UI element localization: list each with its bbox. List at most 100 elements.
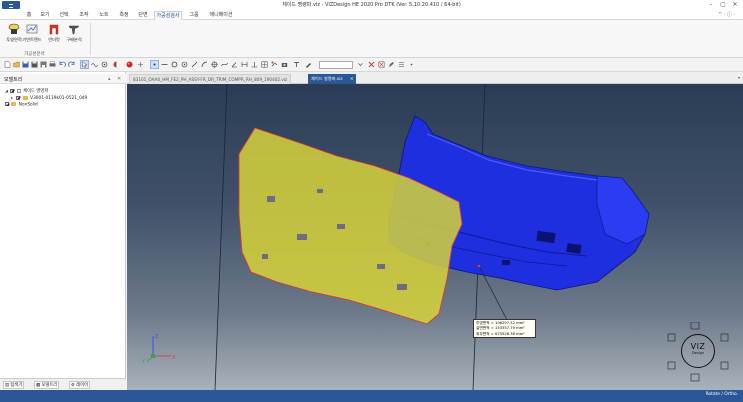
3d-viewport[interactable]: Z X Y 투영면적 = 196297.52 mm² 실면면적 = 153357… (127, 84, 743, 390)
window-title: 체이드 명령파.viz - VIZDesign HE 2020 Pro DTK … (282, 2, 461, 8)
diagonal-tool-icon[interactable] (191, 61, 198, 68)
projected-area-button[interactable]: 투영면적 (4, 23, 24, 49)
draft-analysis-label: 구배분석 (66, 37, 82, 42)
model-tree-header: 모델트리 ▴ ✕ (0, 74, 126, 84)
camera-icon[interactable] (281, 61, 288, 68)
tab-view[interactable]: 보기 (38, 11, 52, 20)
projected-area-icon (8, 23, 20, 34)
shade-mode-icon[interactable] (113, 61, 120, 68)
clear-all-icon[interactable] (378, 61, 385, 68)
redo-icon[interactable] (68, 61, 75, 68)
tree-item-label: V3001-0119k01-0521_049 (30, 96, 88, 101)
tree-item-nonsolid[interactable]: NonSolid (5, 102, 38, 108)
panel-pin-icon[interactable]: ▴ (108, 76, 111, 82)
minimize-button[interactable]: – (706, 1, 716, 9)
tree-checkbox[interactable] (5, 102, 9, 106)
ribbon-panel: 투영면적 기반트렌드 언더컷 구배분석 가공성분석 (0, 20, 743, 58)
render-mode-icon[interactable] (126, 61, 133, 68)
center-circle-icon[interactable] (181, 61, 188, 68)
draft-analysis-button[interactable]: 구배분석 (64, 23, 84, 49)
tab-close-icon[interactable]: ✕ (350, 76, 354, 81)
spline-icon[interactable] (221, 61, 228, 68)
viz-logo-subtext: Design (691, 351, 705, 355)
tab-model-tree-label: 모델트리 (41, 383, 58, 388)
undercut-button[interactable]: 언더컷 (44, 23, 64, 49)
base-trend-icon (26, 24, 38, 34)
text-tool-icon[interactable] (293, 61, 300, 68)
new-file-icon[interactable] (4, 61, 11, 68)
tree-checkbox[interactable] (10, 88, 15, 93)
delete-measure-icon[interactable] (368, 61, 375, 68)
folder-icon (11, 102, 17, 106)
tree-expand-icon[interactable]: ◢ (5, 88, 9, 93)
tree-expand-icon[interactable]: ▸ (11, 95, 15, 100)
tab-model-tree[interactable]: ▦ 모델트리 (34, 381, 60, 389)
draft-analysis-icon (68, 25, 80, 35)
axis-triad: Z X Y (141, 334, 176, 365)
tab-select[interactable]: 선택 (56, 11, 72, 20)
tab-explorer-label: 탐색기 (10, 383, 23, 388)
grid-view-icon[interactable] (261, 61, 268, 68)
section-plane-line (214, 84, 228, 390)
angle-icon[interactable] (231, 61, 238, 68)
document-tab-inactive[interactable]: 83101_OAA0_HM_FE2_PH_ASSY-FR_DR_TRIM_COM… (129, 74, 292, 84)
status-text: Rotate / Ortho. (705, 392, 738, 397)
annotation-icon[interactable] (271, 61, 278, 68)
document-tab-active[interactable]: 체이드 영명파.viz ✕ (308, 74, 357, 84)
save-as-icon[interactable] (31, 61, 38, 68)
tab-layer[interactable]: ⚙ 레이어 (69, 381, 91, 389)
pen-tool-icon[interactable] (305, 61, 312, 68)
close-button[interactable]: ✕ (730, 1, 740, 9)
zoom-input[interactable] (319, 61, 353, 69)
ribbon-tab-bar: 홈 보기 선택 조작 노트 측정 단면 가공성검사 그룹 애니메이션 ^ · ⓘ… (0, 10, 743, 20)
tab-measure[interactable]: 측정 (116, 11, 132, 20)
render-option-icon[interactable] (137, 61, 144, 68)
ribbon-options[interactable]: ^ · ⓘ · (718, 11, 735, 18)
save-icon[interactable] (22, 61, 29, 68)
measure-list-icon[interactable] (398, 61, 405, 68)
arc-tool-icon[interactable] (201, 61, 208, 68)
tab-manipulate[interactable]: 조작 (76, 11, 92, 20)
circle-tool-icon[interactable] (171, 61, 178, 68)
model-tree-title: 모델트리 (4, 77, 23, 83)
tab-group[interactable]: 그룹 (187, 11, 201, 20)
tab-home[interactable]: 홈 (22, 11, 36, 20)
rotate-view-icon[interactable] (101, 61, 108, 68)
panel-close-icon[interactable]: ✕ (117, 76, 121, 82)
pick-point-icon[interactable] (150, 60, 159, 69)
tree-item-label: 체이드 영명파 (23, 89, 49, 94)
dropdown-arrow-icon[interactable] (357, 61, 364, 68)
tree-item-part[interactable]: ▸ V3001-0119k01-0521_049 (11, 95, 87, 101)
base-trend-button[interactable]: 기반트렌드 (22, 23, 42, 49)
tab-explorer[interactable]: ▤ 탐색기 (3, 381, 25, 389)
viz-logo-button[interactable]: VIZ Design (681, 334, 715, 368)
tree-item-root[interactable]: ◢ 체이드 영명파 (5, 88, 48, 94)
tab-note[interactable]: 노트 (96, 11, 112, 20)
target-icon[interactable] (211, 61, 218, 68)
curve-icon[interactable] (91, 61, 98, 68)
line-tool-icon[interactable] (161, 61, 168, 68)
ribbon-group-separator (90, 23, 91, 55)
maximize-button[interactable]: ▢ (718, 1, 728, 9)
tab-machinability[interactable]: 가공성검사 (154, 11, 182, 20)
dimension-icon[interactable] (241, 61, 248, 68)
y-axis-label: Y (141, 359, 146, 365)
select-pointer-icon[interactable] (80, 60, 89, 69)
print-icon[interactable] (49, 61, 56, 68)
quick-toolbar (0, 58, 743, 72)
tree-item-label: NonSolid (18, 102, 38, 108)
ribbon-group-label: 가공성분석 (24, 52, 45, 57)
tree-checkbox[interactable] (16, 95, 21, 100)
toolbar-options-icon[interactable] (408, 61, 415, 68)
open-folder-icon[interactable] (13, 61, 20, 68)
x-axis-label: X (172, 355, 176, 361)
tab-section[interactable]: 단면 (135, 11, 151, 20)
edit-measure-icon[interactable] (388, 61, 395, 68)
tab-list-dropdown-icon[interactable]: ▾ (738, 75, 740, 80)
baseline-icon[interactable] (251, 61, 258, 68)
undo-icon[interactable] (59, 61, 66, 68)
viz-logo-text: VIZ (690, 342, 706, 351)
view-cube[interactable]: VIZ Design (667, 322, 737, 382)
export-icon[interactable] (40, 61, 47, 68)
tab-animation[interactable]: 애니메이션 (206, 11, 236, 20)
